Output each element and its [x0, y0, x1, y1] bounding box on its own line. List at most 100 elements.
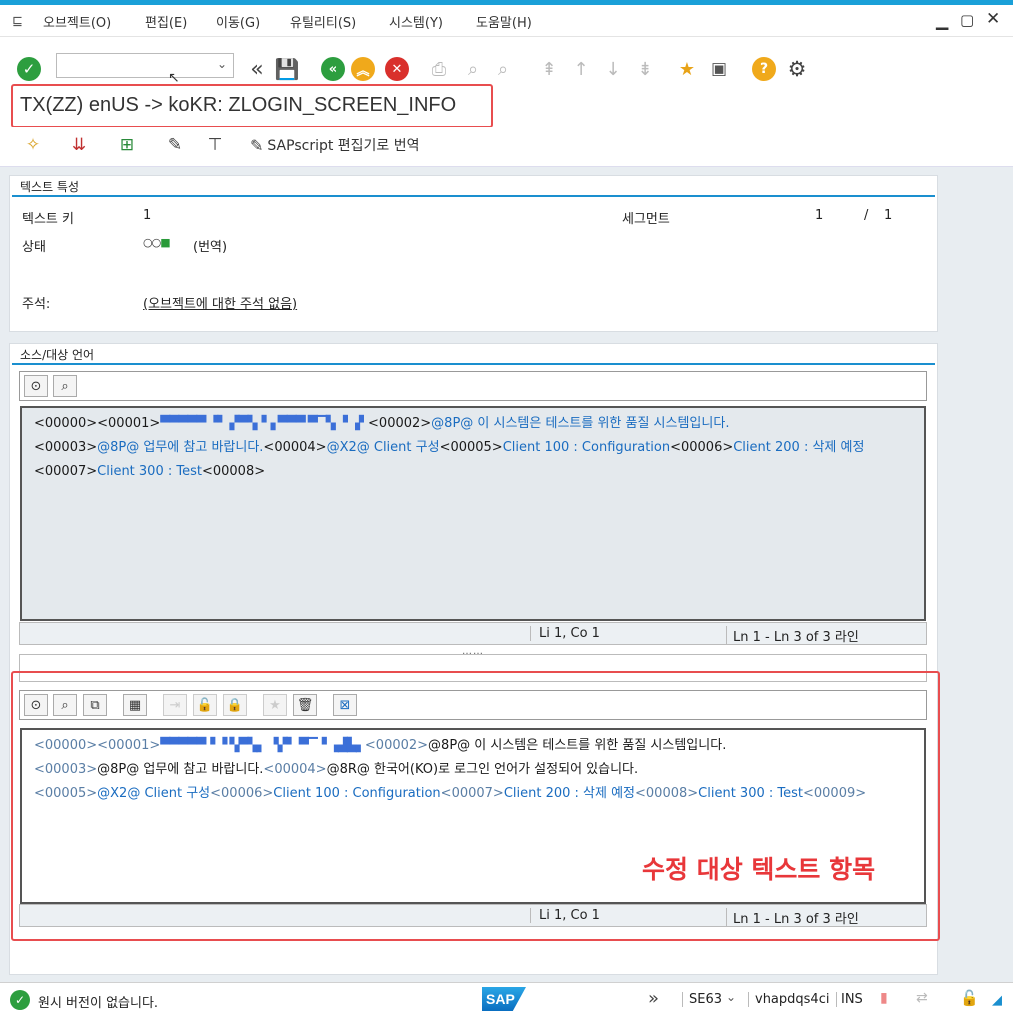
gear-icon[interactable]: ⚙	[784, 56, 810, 82]
target-highlight-box	[11, 671, 940, 941]
stamp-icon[interactable]: ⊤	[202, 132, 228, 158]
cancel-button[interactable]: ✕	[384, 56, 410, 82]
source-text-area[interactable]: <00000><00001>▀▀▀▀▀ ▝▘ ▞▀▚▝▗ ▀▀▀ ▀▔▚ ▝ ▗…	[20, 406, 926, 621]
text-key-value: 1	[143, 208, 152, 223]
segment-current: 1	[815, 208, 824, 223]
transaction-dropdown-icon[interactable]: ⌄	[726, 990, 736, 1004]
source-text-segment: <00008>	[201, 464, 266, 479]
close-icon[interactable]: ✕	[986, 9, 1000, 29]
chevron-down-icon[interactable]: ⌄	[217, 57, 227, 71]
resize-grip-icon[interactable]: ◢	[992, 993, 1002, 1008]
annotation-label: 수정 대상 텍스트 항목	[642, 855, 876, 884]
back-icon: «	[321, 57, 345, 81]
menu-object[interactable]: 오브젝트(O)	[43, 12, 111, 31]
minimize-icon[interactable]: ▁	[936, 11, 948, 30]
source-text-line: <00000><00001>▀▀▀▀▀ ▝▘ ▞▀▚▝▗ ▀▀▀ ▀▔▚ ▝ ▗…	[34, 412, 912, 436]
insert-icon[interactable]: ⊞	[114, 132, 140, 158]
transaction-code[interactable]: SE63	[682, 992, 722, 1007]
menu-edit[interactable]: 편집(E)	[145, 12, 187, 31]
segment-separator: /	[864, 208, 869, 223]
edit-pen-icon[interactable]: ✎	[162, 132, 188, 158]
previous-page-icon[interactable]: ↑	[568, 56, 594, 82]
checkmark-icon: ✓	[17, 57, 41, 81]
source-text-segment: Client 100 : Configuration	[502, 440, 671, 455]
menu-bar: ⊑ 오브젝트(O) 편집(E) 이동(G) 유틸리티(S) 시스템(Y) 도움말…	[0, 5, 1013, 37]
menu-help[interactable]: 도움말(H)	[476, 12, 532, 31]
application-toolbar	[0, 127, 1013, 167]
language-header-underline	[12, 363, 935, 365]
success-icon: ✓	[10, 990, 30, 1010]
input-mode[interactable]: INS	[836, 992, 863, 1007]
source-text-line: <00007>Client 300 : Test<00008>	[34, 460, 912, 484]
status-expand-icon[interactable]: »	[648, 988, 659, 1009]
source-text-segment: <00005>	[439, 440, 503, 455]
distribute-icon[interactable]: ⇊	[66, 132, 92, 158]
sap-logo: SAP	[482, 987, 526, 1011]
help-icon: ?	[752, 57, 776, 81]
next-page-icon[interactable]: ↓	[600, 56, 626, 82]
text-attributes-header: 텍스트 특성	[20, 180, 80, 194]
sync-icon: ⇄	[916, 990, 928, 1006]
unlock-icon[interactable]: 🔓	[960, 989, 979, 1007]
magic-wand-icon[interactable]: ✧	[20, 132, 46, 158]
exit-button[interactable]: ︽	[350, 56, 376, 82]
title-highlight-box	[11, 84, 493, 128]
sapscript-editor-button[interactable]: ✎ SAPscript 편집기로 번역	[250, 134, 420, 156]
source-text-segment: @8P@ 이 시스템은 테스트를 위한 품질 시스템입니다.	[431, 416, 730, 431]
source-text-segment: <00006>	[670, 440, 734, 455]
status-label: 상태	[22, 240, 46, 255]
source-text-segment: Client 200 : 삭제 예정	[733, 440, 865, 455]
source-text-line: <00003>@8P@ 업무에 참고 바랍니다.<00004>@X2@ Clie…	[34, 436, 912, 460]
shortcut-icon[interactable]: ▣	[706, 56, 732, 82]
system-name: vhapdqs4ci	[748, 992, 829, 1007]
language-header: 소스/대상 언어	[20, 348, 95, 362]
source-display-icon[interactable]: ⊙	[24, 375, 48, 397]
source-text-segment: @8P@ 업무에 참고 바랍니다.	[97, 440, 264, 455]
text-attributes-underline	[12, 195, 935, 197]
source-text-segment: <00003>	[34, 440, 98, 455]
source-editor-toolbar: ⊙ ⌕	[19, 371, 927, 401]
find-next-icon[interactable]: ⌕	[490, 56, 516, 82]
save-icon[interactable]: 💾	[274, 56, 300, 82]
connection-icon: ▮	[880, 990, 888, 1006]
source-text-segment: Client 300 : Test	[97, 464, 202, 479]
last-page-icon[interactable]: ⇟	[632, 56, 658, 82]
status-value: (번역)	[193, 240, 228, 255]
menu-goto[interactable]: 이동(G)	[216, 12, 260, 31]
first-page-icon[interactable]: ⇞	[536, 56, 562, 82]
source-text-segment: ▀▀▀▀▀ ▝▘ ▞▀▚▝▗ ▀▀▀ ▀▔▚ ▝ ▗▘	[160, 416, 369, 431]
text-key-label: 텍스트 키	[22, 212, 74, 227]
window-menu-icon[interactable]: ⊑	[12, 14, 23, 29]
source-text-segment: @X2@ Client 구성	[326, 440, 440, 455]
document-edit-icon: ✎	[250, 135, 264, 155]
source-line-count: Ln 1 - Ln 3 of 3 라인	[726, 626, 859, 645]
sap-status-bar: ✓ 원시 버전이 없습니다. SAP » SE63 ⌄ vhapdqs4ci I…	[0, 982, 1013, 1020]
back-button[interactable]: «	[320, 56, 346, 82]
menu-utilities[interactable]: 유틸리티(S)	[290, 12, 356, 31]
source-text-segment: <00000><00001>	[34, 416, 161, 431]
comment-label: 주석:	[22, 297, 51, 312]
status-message: 원시 버전이 없습니다.	[38, 996, 159, 1011]
status-indicator-icon: ○○■	[143, 236, 171, 249]
source-text-segment: <00002>	[368, 416, 432, 431]
help-button[interactable]: ?	[751, 56, 777, 82]
source-editor-status: Li 1, Co 1 Ln 1 - Ln 3 of 3 라인	[19, 622, 927, 645]
command-field[interactable]: ⌄	[56, 53, 234, 78]
comment-value[interactable]: (오브젝트에 대한 주석 없음)	[143, 293, 297, 312]
source-find-icon[interactable]: ⌕	[53, 375, 77, 397]
maximize-icon[interactable]: ▢	[960, 11, 974, 29]
cancel-icon: ✕	[385, 57, 409, 81]
menu-system[interactable]: 시스템(Y)	[389, 12, 443, 31]
segment-label: 세그먼트	[622, 212, 670, 227]
source-cursor-position: Li 1, Co 1	[530, 626, 600, 641]
exit-icon: ︽	[351, 57, 375, 81]
sapscript-editor-label: SAPscript 편집기로 번역	[267, 138, 420, 154]
print-icon[interactable]: ⎙	[426, 56, 452, 82]
create-session-icon[interactable]: ★	[674, 56, 700, 82]
enter-button[interactable]: ✓	[16, 56, 42, 82]
source-text-segment: <00004>	[263, 440, 327, 455]
find-icon[interactable]: ⌕	[460, 56, 486, 82]
collapse-toolbar-icon[interactable]: «	[244, 56, 270, 82]
segment-total: 1	[884, 208, 893, 223]
source-text-segment: <00007>	[34, 464, 98, 479]
